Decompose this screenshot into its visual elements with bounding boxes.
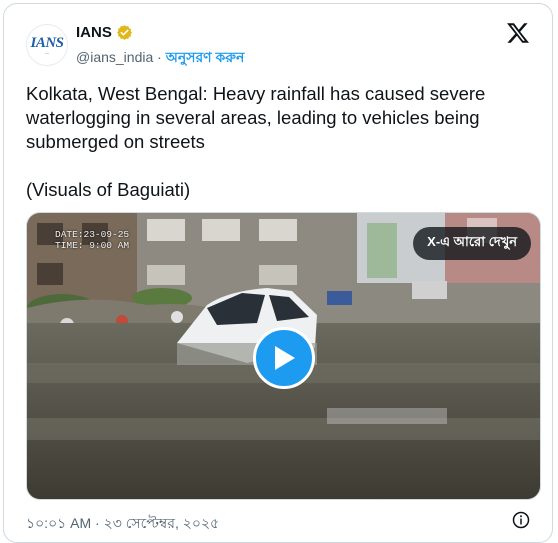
avatar-logo: IANS [30,34,64,51]
overlay-time: TIME: 9:00 AM [55,240,130,251]
handle-row: @ians_india · অনুসরণ করুন [76,46,244,70]
info-icon[interactable] [512,511,530,529]
tweet-card[interactable]: IANS — IANS @ians_india · অনুসরণ করুন Ko… [3,3,553,543]
avatar[interactable]: IANS — [26,24,68,66]
tweet-text: Kolkata, West Bengal: Heavy rainfall has… [26,83,486,200]
account-handle[interactable]: @ians_india [76,49,153,65]
verified-badge-icon [116,25,132,40]
overlay-date: DATE:23-09-25 [55,229,130,240]
account-name-row: IANS [76,24,133,41]
account-name[interactable]: IANS [76,24,112,41]
play-icon [275,346,295,370]
separator-dot: · [153,49,166,65]
tweet-timestamp[interactable]: ১০:০১ AM · ২৩ সেপ্টেম্বর, ২০২৫ [26,512,219,536]
x-logo-icon[interactable] [506,21,530,45]
video-player[interactable]: DATE:23-09-25 TIME: 9:00 AM X-এ আরো দেখু… [26,212,541,500]
avatar-logo-underline: — [45,49,49,55]
follow-button[interactable]: অনুসরণ করুন [166,49,245,65]
video-timestamp-overlay: DATE:23-09-25 TIME: 9:00 AM [55,229,129,251]
see-more-on-x-button[interactable]: X-এ আরো দেখুন [413,227,531,260]
play-button[interactable] [253,327,315,389]
